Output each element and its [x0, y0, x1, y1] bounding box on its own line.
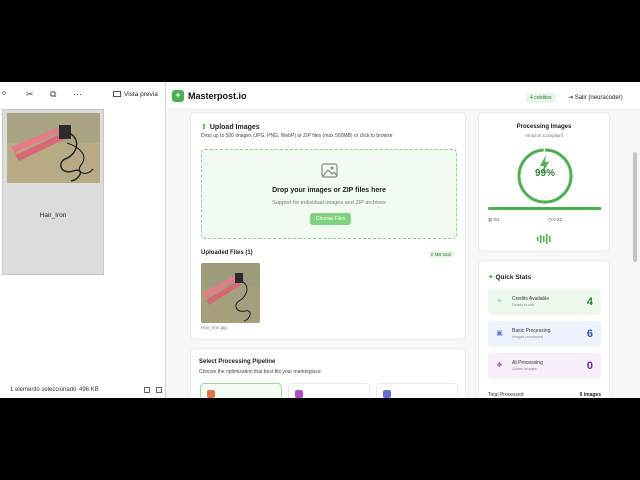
- file-thumbnail: [7, 113, 100, 183]
- stat-ai-processing: ❖ AI Processing Queen images 0: [488, 353, 601, 379]
- dropzone[interactable]: Drop your images or ZIP files here Suppo…: [201, 149, 457, 239]
- stat-label: Credits Available: [512, 296, 550, 302]
- preview-pane-icon: [113, 91, 121, 97]
- image-icon: ▣: [496, 330, 503, 337]
- status-size: 496 KB: [79, 387, 99, 393]
- ai-icon: ❖: [496, 362, 503, 369]
- total-processed-row: Total Processed 6 images: [488, 392, 601, 398]
- sparkle-icon: ✦: [488, 274, 494, 281]
- stat-value: 4: [586, 296, 593, 308]
- quick-stats-title: ✦ Quick Stats: [488, 273, 531, 281]
- pipeline-option-1-icon: [207, 390, 215, 398]
- scrollbar[interactable]: [632, 112, 638, 398]
- explorer-toolbar: o ✂ ⧉ ⋯ Vista previa: [0, 82, 165, 106]
- stat-basic-processing: ▣ Basic Processing Images processed 6: [488, 321, 601, 347]
- processing-title: Processing Images: [516, 124, 572, 130]
- pipeline-option-2[interactable]: [288, 383, 370, 398]
- screen: o ✂ ⧉ ⋯ Vista previa Hair_Iron 1 element…: [0, 82, 640, 398]
- pipeline-option-1[interactable]: [200, 383, 282, 398]
- processing-card: Processing Images Amazon Compliant 99% ▥…: [478, 112, 610, 252]
- pipeline-option-3-icon: [383, 390, 391, 398]
- pipeline-option-3[interactable]: [376, 383, 458, 398]
- uploaded-file-name: Hair_Iron.jpg: [201, 325, 227, 330]
- details-view-icon[interactable]: [144, 387, 150, 393]
- quick-stats-card: ✦ Quick Stats ✧ Credits Available Ready t…: [478, 260, 610, 398]
- processed-count: ▥ 0/1: [488, 217, 500, 223]
- activity-wave-icon: [537, 234, 551, 244]
- cut-icon[interactable]: ✂: [26, 89, 34, 99]
- scrollbar-thumb[interactable]: [633, 152, 637, 262]
- sparkle-icon: ✧: [496, 298, 503, 305]
- total-size-badge: 0 MB total: [428, 251, 453, 258]
- uploaded-files-title: Uploaded Files (1): [201, 250, 253, 256]
- progress-bar-fill: [488, 207, 601, 210]
- stat-value: 6: [586, 328, 593, 340]
- upload-card: ⇪ Upload Images Drop up to 500 images (JP…: [190, 112, 466, 340]
- drop-title: Drop your images or ZIP files here: [272, 187, 386, 194]
- upload-title: ⇪ Upload Images: [201, 123, 260, 131]
- upload-icon: ⇪: [201, 124, 207, 131]
- choose-files-button[interactable]: Choose Files: [310, 213, 351, 225]
- logout-icon: ⇥: [568, 95, 575, 101]
- processing-subtitle: Amazon Compliant: [524, 133, 564, 138]
- stat-label: Basic Processing: [512, 328, 551, 334]
- quick-stats-title-text: Quick Stats: [495, 274, 532, 281]
- logout-button[interactable]: ⇥ Salir (neuracoder): [568, 94, 623, 101]
- credits-badge: 4 créditos: [526, 93, 556, 103]
- toolbar-fragment: o: [2, 90, 6, 97]
- progress-bar: [488, 207, 602, 210]
- elapsed-time-value: 0:22: [553, 217, 562, 222]
- brand-name[interactable]: Masterpost.io: [188, 91, 247, 101]
- preview-toggle[interactable]: Vista previa: [113, 91, 158, 98]
- tiles-view-icon[interactable]: [156, 387, 162, 393]
- stat-credits: ✧ Credits Available Ready to use 4: [488, 289, 601, 315]
- file-explorer-pane: o ✂ ⧉ ⋯ Vista previa Hair_Iron 1 element…: [0, 82, 166, 398]
- leaf-icon: ✦: [172, 90, 184, 102]
- processed-count-value: 0/1: [493, 217, 500, 222]
- app-header: ✦ Masterpost.io 4 créditos ⇥ Salir (neur…: [166, 82, 640, 110]
- preview-label: Vista previa: [124, 91, 158, 98]
- stat-value: 0: [586, 360, 593, 372]
- pipeline-option-2-icon: [295, 390, 303, 398]
- image-icon: [321, 163, 338, 178]
- stat-sub: Images processed: [512, 335, 544, 339]
- more-icon[interactable]: ⋯: [73, 89, 82, 99]
- drop-subtitle: Support for individual images and ZIP ar…: [272, 200, 386, 206]
- progress-percent: 99%: [534, 168, 555, 179]
- stat-label: AI Processing: [512, 360, 543, 366]
- status-selected: 1 elemento seleccionado: [10, 387, 77, 393]
- copy-icon[interactable]: ⧉: [50, 89, 56, 99]
- total-label: Total Processed: [488, 392, 524, 398]
- masterpost-app: ✦ Masterpost.io 4 créditos ⇥ Salir (neur…: [166, 82, 640, 398]
- pipeline-title: Select Processing Pipeline: [199, 359, 276, 365]
- upload-subtitle: Drop up to 500 images (JPG, PNG, WebP) o…: [201, 133, 393, 139]
- elapsed-time: ◷ 0:22: [548, 217, 562, 223]
- stat-sub: Queen images: [512, 367, 537, 371]
- uploaded-file-thumbnail[interactable]: [201, 263, 260, 323]
- file-name: Hair_Iron: [39, 212, 67, 219]
- logout-label: Salir (neuracoder): [574, 95, 623, 101]
- stat-sub: Ready to use: [512, 303, 535, 307]
- file-item-selected[interactable]: Hair_Iron: [2, 109, 104, 275]
- total-value: 6 images: [579, 392, 601, 398]
- pipeline-card: Select Processing Pipeline Choose the op…: [190, 348, 466, 398]
- pipeline-subtitle: Choose the optimization that best fits y…: [199, 369, 321, 375]
- upload-title-text: Upload Images: [209, 124, 260, 131]
